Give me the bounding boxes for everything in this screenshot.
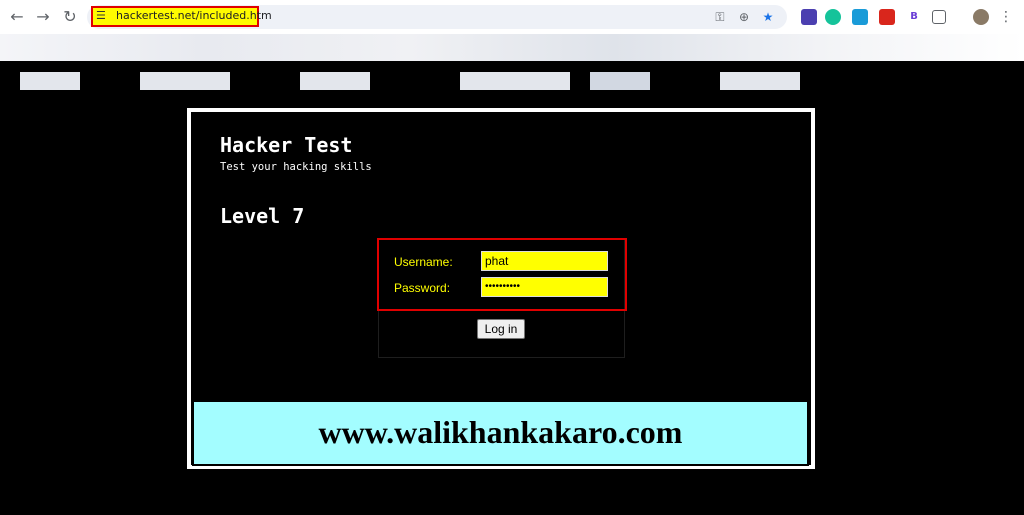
- level-heading: Level 7: [220, 204, 305, 228]
- url-text[interactable]: hackertest.net/included.htm: [116, 9, 272, 23]
- mail-extension-icon[interactable]: [852, 9, 868, 25]
- login-button[interactable]: Log in: [477, 319, 525, 339]
- grammarly-icon[interactable]: [825, 9, 841, 25]
- site-settings-icon[interactable]: ☰: [96, 9, 110, 23]
- pdf-icon[interactable]: [879, 9, 895, 25]
- blurred-bookmark: [720, 72, 800, 90]
- zoom-icon[interactable]: ⊕: [736, 9, 752, 25]
- login-fields-highlight: [377, 238, 627, 311]
- avatar[interactable]: [973, 9, 989, 25]
- username-label: Username:: [394, 255, 453, 269]
- forward-arrow-icon[interactable]: →: [33, 7, 53, 27]
- blurred-bookmark: [460, 72, 570, 90]
- menu-dots-icon[interactable]: ⋮: [999, 8, 1013, 26]
- blurred-bookmark: [20, 72, 80, 90]
- password-field[interactable]: ••••••••••: [481, 277, 608, 297]
- browser-chrome: ← → ↻ ☰ hackertest.net/included.htm ⚿ ⊕ …: [0, 0, 1024, 90]
- page-subtitle: Test your hacking skills: [220, 161, 372, 173]
- bold-icon[interactable]: B: [906, 9, 922, 25]
- page-title: Hacker Test: [220, 133, 353, 157]
- blurred-bookmark: [590, 72, 650, 90]
- back-arrow-icon[interactable]: ←: [7, 7, 27, 27]
- password-key-icon[interactable]: ⚿: [712, 9, 728, 25]
- star-icon[interactable]: ★: [760, 9, 776, 25]
- username-field[interactable]: phat: [481, 251, 608, 271]
- password-label: Password:: [394, 281, 451, 295]
- reload-icon[interactable]: ↻: [60, 7, 80, 27]
- blurred-bookmark: [300, 72, 370, 90]
- puzzle-icon[interactable]: [932, 10, 946, 24]
- bookmark-bar: [0, 34, 1024, 90]
- watermark-banner-text: www.walikhankakaro.com: [318, 414, 683, 450]
- browser-toolbar: ← → ↻ ☰ hackertest.net/included.htm ⚿ ⊕ …: [0, 0, 1024, 34]
- extension-1-icon[interactable]: [801, 9, 817, 25]
- blurred-bookmark: [140, 72, 230, 90]
